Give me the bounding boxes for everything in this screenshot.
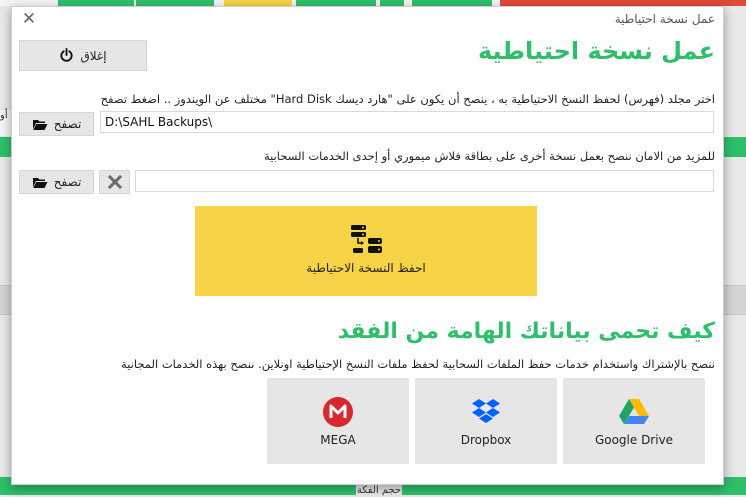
save-backup-label: احفظ النسخة الاحتياطية [306,261,426,275]
dropbox-service-button[interactable]: Dropbox [415,378,557,464]
close-icon[interactable]: ✕ [19,9,39,29]
browse-button[interactable]: تصفح [19,112,94,136]
cloud-recommendation: ننصح بالإشتراك واستخدام خدمات حفظ الملفا… [121,357,715,371]
google-drive-service-button[interactable]: Google Drive [563,378,705,464]
folder-open-icon [32,177,48,188]
browse-button-label: تصفح [53,117,82,131]
dropbox-icon [472,399,500,423]
section-heading: كيف تحمى بياناتك الهامة من الفقد [337,319,715,344]
save-backup-button[interactable]: احفظ النسخة الاحتياطية [195,206,537,296]
extra-instruction: للمزيد من الامان ننصح بعمل نسخة أخرى على… [263,149,715,163]
mega-icon [323,397,353,427]
background-cell-text: أو [0,110,8,121]
mega-label: MEGA [320,433,356,447]
power-icon [60,48,74,62]
database-backup-icon [351,225,382,253]
mega-service-button[interactable]: MEGA [267,378,409,464]
clear-icon [107,175,122,189]
dialog-titlebar: عمل نسخة احتياطية ✕ [12,7,723,31]
close-button-label: إغلاق [80,48,107,63]
google-drive-label: Google Drive [594,433,674,447]
close-button[interactable]: إغلاق [19,40,147,71]
folder-instruction: اختر مجلد (فهرس) لحفظ النسخ الاحتياطية ب… [100,92,715,106]
google-drive-icon [619,399,649,424]
clear-path-button[interactable] [99,170,130,194]
dropbox-label: Dropbox [460,433,512,447]
backup-dialog: عمل نسخة احتياطية ✕ عمل نسخة احتياطية إغ… [11,6,724,485]
extra-path-input[interactable] [135,170,714,192]
page-title: عمل نسخة احتياطية [478,37,715,65]
background-bottom-label: حجم الفكة [356,485,402,497]
browse-extra-button-label: تصفح [53,175,82,189]
folder-open-icon [32,119,48,130]
backup-path-input[interactable] [100,111,714,133]
dialog-title: عمل نسخة احتياطية [614,12,715,26]
browse-extra-button[interactable]: تصفح [19,170,94,194]
